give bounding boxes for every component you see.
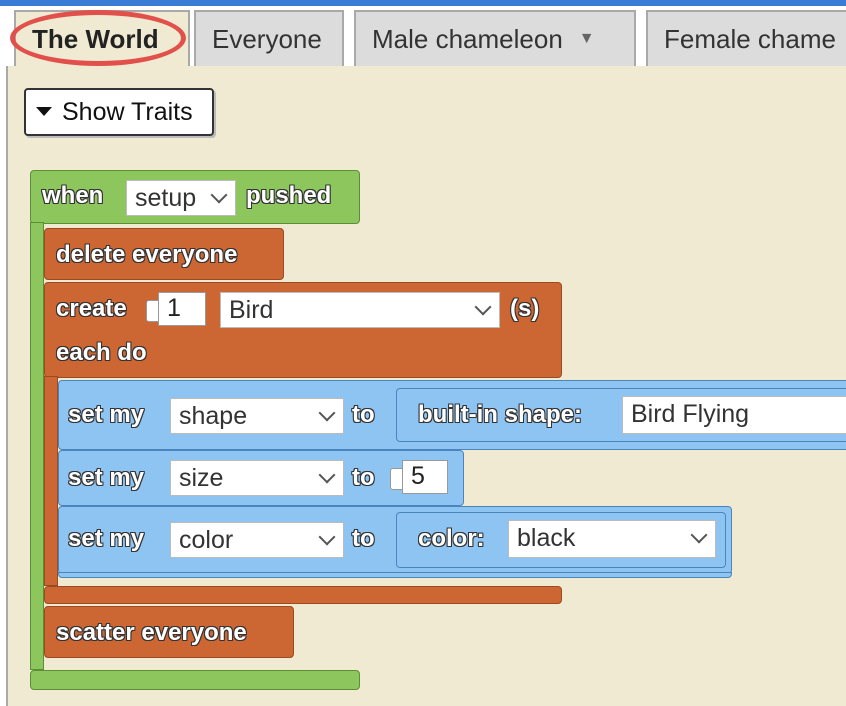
- event-dropdown-value: setup: [135, 184, 197, 212]
- to-label: to: [352, 525, 375, 552]
- tab-bar: The World Everyone Male chameleon ▼ Femal…: [0, 6, 846, 68]
- breed-dropdown-value: Bird: [229, 296, 274, 324]
- property-value: shape: [179, 402, 248, 430]
- tab-label: Male chameleon: [372, 24, 563, 54]
- when-label: when: [42, 182, 104, 209]
- create-count-input[interactable]: 1: [158, 292, 206, 326]
- plural-suffix-label: (s): [510, 295, 540, 322]
- set-color-block-tail: [58, 572, 732, 578]
- pushed-label: pushed: [246, 182, 332, 209]
- chevron-down-icon: [690, 526, 708, 544]
- set-my-label: set my: [68, 464, 145, 491]
- shape-property-dropdown[interactable]: shape: [170, 398, 344, 434]
- chevron-down-icon: [318, 404, 336, 422]
- tab-label: Female chame: [664, 24, 836, 54]
- set-my-label: set my: [68, 401, 145, 428]
- tab-the-world[interactable]: The World: [14, 10, 190, 66]
- chevron-down-icon: [474, 298, 492, 316]
- create-block-footer: [44, 586, 562, 604]
- chevron-down-icon: [318, 528, 336, 546]
- color-value-dropdown[interactable]: black: [508, 520, 716, 558]
- shape-value-dropdown[interactable]: Bird Flying: [622, 396, 846, 434]
- event-dropdown[interactable]: setup: [126, 180, 236, 216]
- when-block-footer: [30, 670, 360, 690]
- scatter-everyone-label: scatter everyone: [56, 619, 247, 646]
- chevron-down-icon: [318, 466, 336, 484]
- to-label: to: [352, 401, 375, 428]
- tab-female-chameleon[interactable]: Female chame: [646, 10, 846, 66]
- show-traits-label: Show Traits: [62, 98, 193, 126]
- set-my-label: set my: [68, 525, 145, 552]
- size-property-dropdown[interactable]: size: [170, 460, 344, 496]
- each-do-label: each do: [56, 339, 147, 366]
- when-block-spine: [30, 222, 44, 670]
- color-value: black: [517, 524, 576, 552]
- show-traits-button[interactable]: Show Traits: [24, 88, 214, 136]
- tab-male-chameleon[interactable]: Male chameleon ▼: [354, 10, 636, 66]
- property-value: size: [179, 464, 224, 492]
- breed-dropdown[interactable]: Bird: [220, 292, 500, 328]
- color-label: color:: [418, 525, 485, 552]
- builtin-shape-label: built-in shape:: [418, 401, 582, 428]
- tab-label: The World: [32, 24, 159, 54]
- size-value-input[interactable]: 5: [402, 460, 448, 494]
- dropdown-caret-icon[interactable]: ▼: [579, 12, 595, 66]
- tab-label: Everyone: [212, 24, 322, 54]
- tab-everyone[interactable]: Everyone: [194, 10, 344, 66]
- chevron-down-icon: [210, 186, 228, 204]
- create-label: create: [56, 295, 127, 322]
- triangle-down-icon: [36, 106, 52, 116]
- color-property-dropdown[interactable]: color: [170, 522, 344, 558]
- property-value: color: [179, 526, 234, 554]
- delete-everyone-label: delete everyone: [56, 241, 238, 268]
- to-label: to: [352, 464, 375, 491]
- shape-value: Bird Flying: [631, 400, 750, 428]
- create-block-spine: [44, 376, 58, 586]
